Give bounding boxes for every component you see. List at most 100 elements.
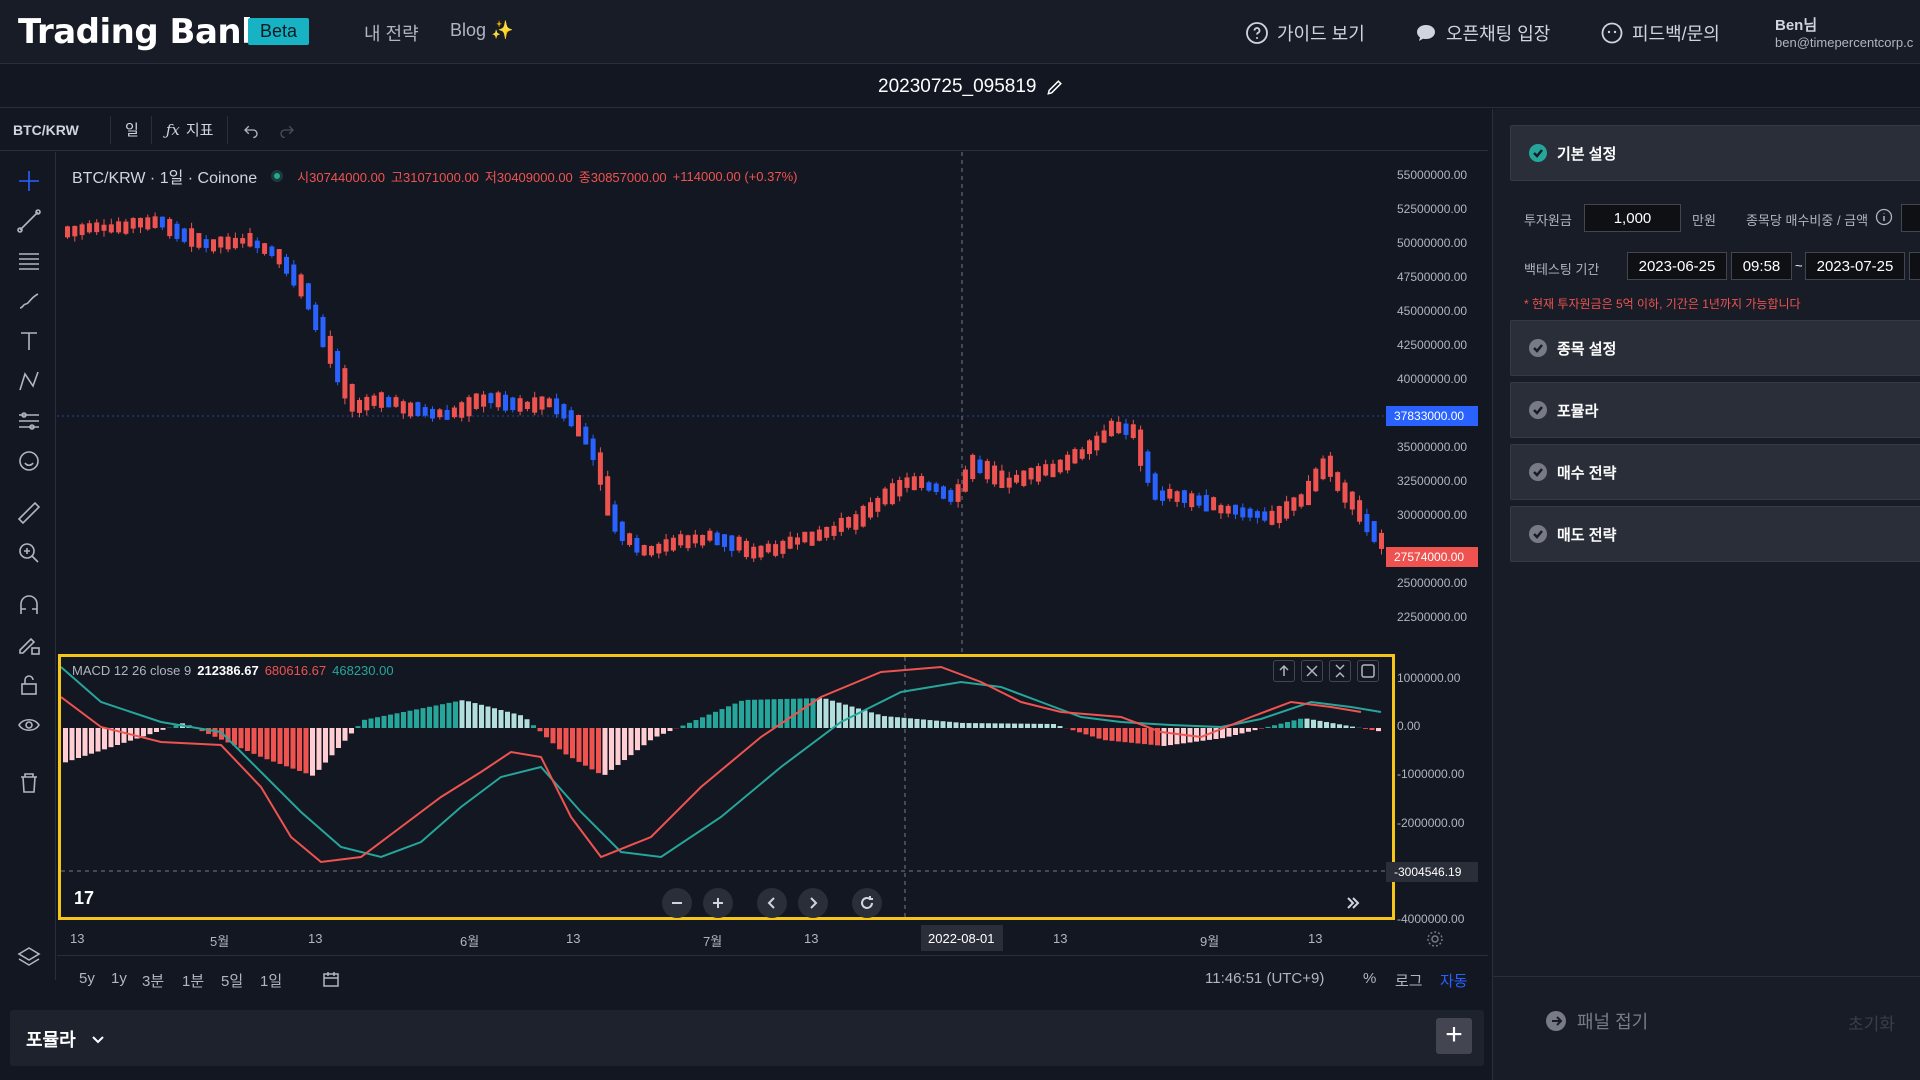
nav-blog[interactable]: Blog ✨ — [450, 20, 513, 41]
candle-body — [284, 256, 289, 274]
undo-button[interactable] — [228, 121, 274, 139]
scroll-right-button[interactable] — [798, 888, 828, 918]
start-time-input[interactable]: 09:58 — [1731, 252, 1792, 280]
guide-button[interactable]: 가이드 보기 — [1245, 20, 1365, 46]
auto-toggle[interactable]: 자동 — [1440, 970, 1468, 991]
log-toggle[interactable]: 로그 — [1395, 970, 1423, 991]
date-range-icon[interactable] — [321, 970, 341, 990]
pane-collapse-button[interactable] — [1329, 660, 1351, 682]
range-5y[interactable]: 5y — [79, 970, 95, 987]
section-stock-settings[interactable]: 종목 설정 — [1510, 320, 1920, 376]
candle-body — [167, 219, 173, 237]
macd-legend: MACD 12 26 close 9 212386.67 680616.67 4… — [72, 663, 394, 678]
brush-tool[interactable] — [16, 288, 42, 314]
lock-tool[interactable] — [16, 672, 42, 698]
price-tick-label: 30000000.00 — [1397, 508, 1468, 522]
check-icon — [1529, 339, 1547, 357]
prediction-tool[interactable] — [16, 408, 42, 434]
range-1y[interactable]: 1y — [111, 970, 127, 987]
add-formula-button[interactable]: + — [1436, 1018, 1472, 1054]
candle-body — [437, 409, 443, 418]
check-icon — [1529, 401, 1547, 419]
pattern-tool[interactable] — [16, 368, 42, 394]
candle-body — [1174, 491, 1180, 502]
openchat-button[interactable]: 오픈채팅 입장 — [1414, 20, 1550, 46]
fib-tool[interactable] — [16, 248, 42, 274]
price-chart[interactable] — [57, 152, 1388, 652]
indicators-button[interactable]: ƒx 지표 — [152, 119, 228, 140]
zoom-out-button[interactable] — [662, 888, 692, 918]
section-sell-strategy[interactable]: 매도 전략 — [1510, 506, 1920, 562]
delete-tool[interactable] — [16, 770, 42, 796]
double-chevron-right-icon — [1347, 897, 1360, 909]
end-time-input[interactable] — [1909, 252, 1920, 280]
candle-body — [138, 217, 143, 228]
reset-button[interactable]: 초기화 — [1848, 1010, 1895, 1035]
range-3m[interactable]: 3분 — [142, 970, 164, 991]
time-tick-label: 6월 — [460, 934, 480, 949]
candle-body — [619, 521, 625, 541]
collapse-panel-button[interactable]: 패널 접기 — [1545, 1008, 1648, 1034]
zoom-tool[interactable] — [16, 540, 42, 566]
settings-gear-icon[interactable] — [1426, 930, 1444, 948]
scroll-to-latest-button[interactable] — [1338, 888, 1368, 918]
help-icon — [1246, 22, 1268, 44]
candle-body — [955, 484, 961, 502]
trendline-tool[interactable] — [16, 208, 42, 234]
candle-body — [802, 531, 808, 543]
zoom-in-button[interactable] — [703, 888, 733, 918]
candle-body — [773, 544, 779, 556]
measure-tool[interactable] — [16, 500, 42, 526]
feedback-button[interactable]: 피드백/문의 — [1600, 20, 1720, 46]
tradingview-logo-icon[interactable]: 17 — [74, 888, 94, 909]
text-tool[interactable] — [16, 328, 42, 354]
redo-button[interactable] — [274, 121, 300, 139]
candle-body — [1357, 500, 1363, 522]
candle-body — [342, 368, 348, 399]
clock[interactable]: 11:46:51 (UTC+9) — [1205, 970, 1324, 987]
object-tree-tool[interactable] — [16, 944, 42, 970]
range-5d[interactable]: 5일 — [221, 970, 243, 991]
crosshair-tool[interactable] — [16, 168, 42, 194]
section-basic-settings[interactable]: 기본 설정 — [1510, 125, 1920, 181]
candle-body — [948, 490, 954, 502]
ratio-input[interactable] — [1901, 204, 1920, 232]
lock-drawing-tool[interactable] — [16, 632, 42, 658]
percent-toggle[interactable]: % — [1363, 970, 1376, 987]
formula-dropdown[interactable]: 포뮬라 — [26, 1026, 106, 1052]
candle-body — [174, 223, 180, 239]
candle-body — [561, 404, 567, 419]
minus-icon — [672, 902, 682, 904]
info-icon[interactable] — [1875, 208, 1893, 226]
user-name[interactable]: Ben님 — [1775, 14, 1817, 35]
invest-input[interactable]: 1,000 — [1584, 204, 1681, 232]
feedback-icon — [1601, 22, 1623, 44]
pane-move-up-button[interactable] — [1273, 660, 1295, 682]
candle-body — [1050, 463, 1056, 478]
edit-pencil-icon[interactable] — [1045, 77, 1065, 97]
strategy-name: 20230725_095819 — [878, 76, 1037, 97]
symbol-search[interactable]: BTC/KRW — [0, 122, 110, 138]
end-date-input[interactable]: 2023-07-25 — [1805, 252, 1905, 280]
pane-close-button[interactable] — [1301, 660, 1323, 682]
interval-selector[interactable]: 일 — [111, 119, 151, 140]
scroll-left-button[interactable] — [757, 888, 787, 918]
candle-body — [211, 239, 216, 252]
section-buy-strategy[interactable]: 매수 전략 — [1510, 444, 1920, 500]
range-1d[interactable]: 1일 — [260, 970, 282, 991]
section-formula[interactable]: 포뮬라 — [1510, 382, 1920, 438]
emoji-tool[interactable] — [16, 448, 42, 474]
candle-body — [145, 217, 151, 230]
start-date-input[interactable]: 2023-06-25 — [1627, 252, 1727, 280]
pencil-lock-icon — [19, 637, 40, 655]
pane-maximize-button[interactable] — [1357, 660, 1379, 682]
strategy-title[interactable]: 20230725_095819 — [878, 76, 1065, 98]
visibility-tool[interactable] — [16, 712, 42, 738]
divider — [1492, 976, 1920, 977]
candle-body — [79, 224, 85, 236]
range-1m[interactable]: 1분 — [182, 970, 204, 991]
reset-chart-button[interactable] — [852, 888, 882, 918]
app-logo[interactable]: Trading Bank — [18, 12, 264, 52]
magnet-tool[interactable] — [16, 592, 42, 618]
nav-my-strategy[interactable]: 내 전략 — [364, 20, 419, 46]
